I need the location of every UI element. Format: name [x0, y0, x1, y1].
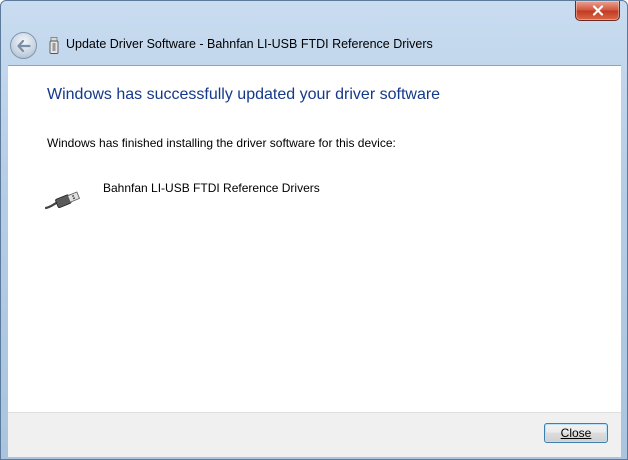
back-arrow-icon [16, 39, 31, 52]
close-button-label: Close [560, 426, 592, 440]
close-icon [592, 5, 603, 16]
back-button[interactable] [10, 32, 37, 59]
close-button[interactable]: Close [544, 423, 608, 443]
usb-drive-icon [49, 37, 59, 54]
window-close-button[interactable] [575, 1, 620, 21]
content-panel: Windows has successfully updated your dr… [8, 65, 621, 412]
dialog-window: Update Driver Software - Bahnfan LI-USB … [0, 0, 628, 460]
device-name: Bahnfan LI-USB FTDI Reference Drivers [103, 181, 320, 195]
page-title: Windows has successfully updated your dr… [47, 86, 441, 103]
dialog-header: Update Driver Software - Bahnfan LI-USB … [7, 30, 621, 64]
usb-cable-icon [45, 191, 80, 210]
window-title: Update Driver Software - Bahnfan LI-USB … [66, 37, 433, 51]
status-message: Windows has finished installing the driv… [47, 136, 396, 150]
dialog-footer: Close [8, 412, 621, 457]
